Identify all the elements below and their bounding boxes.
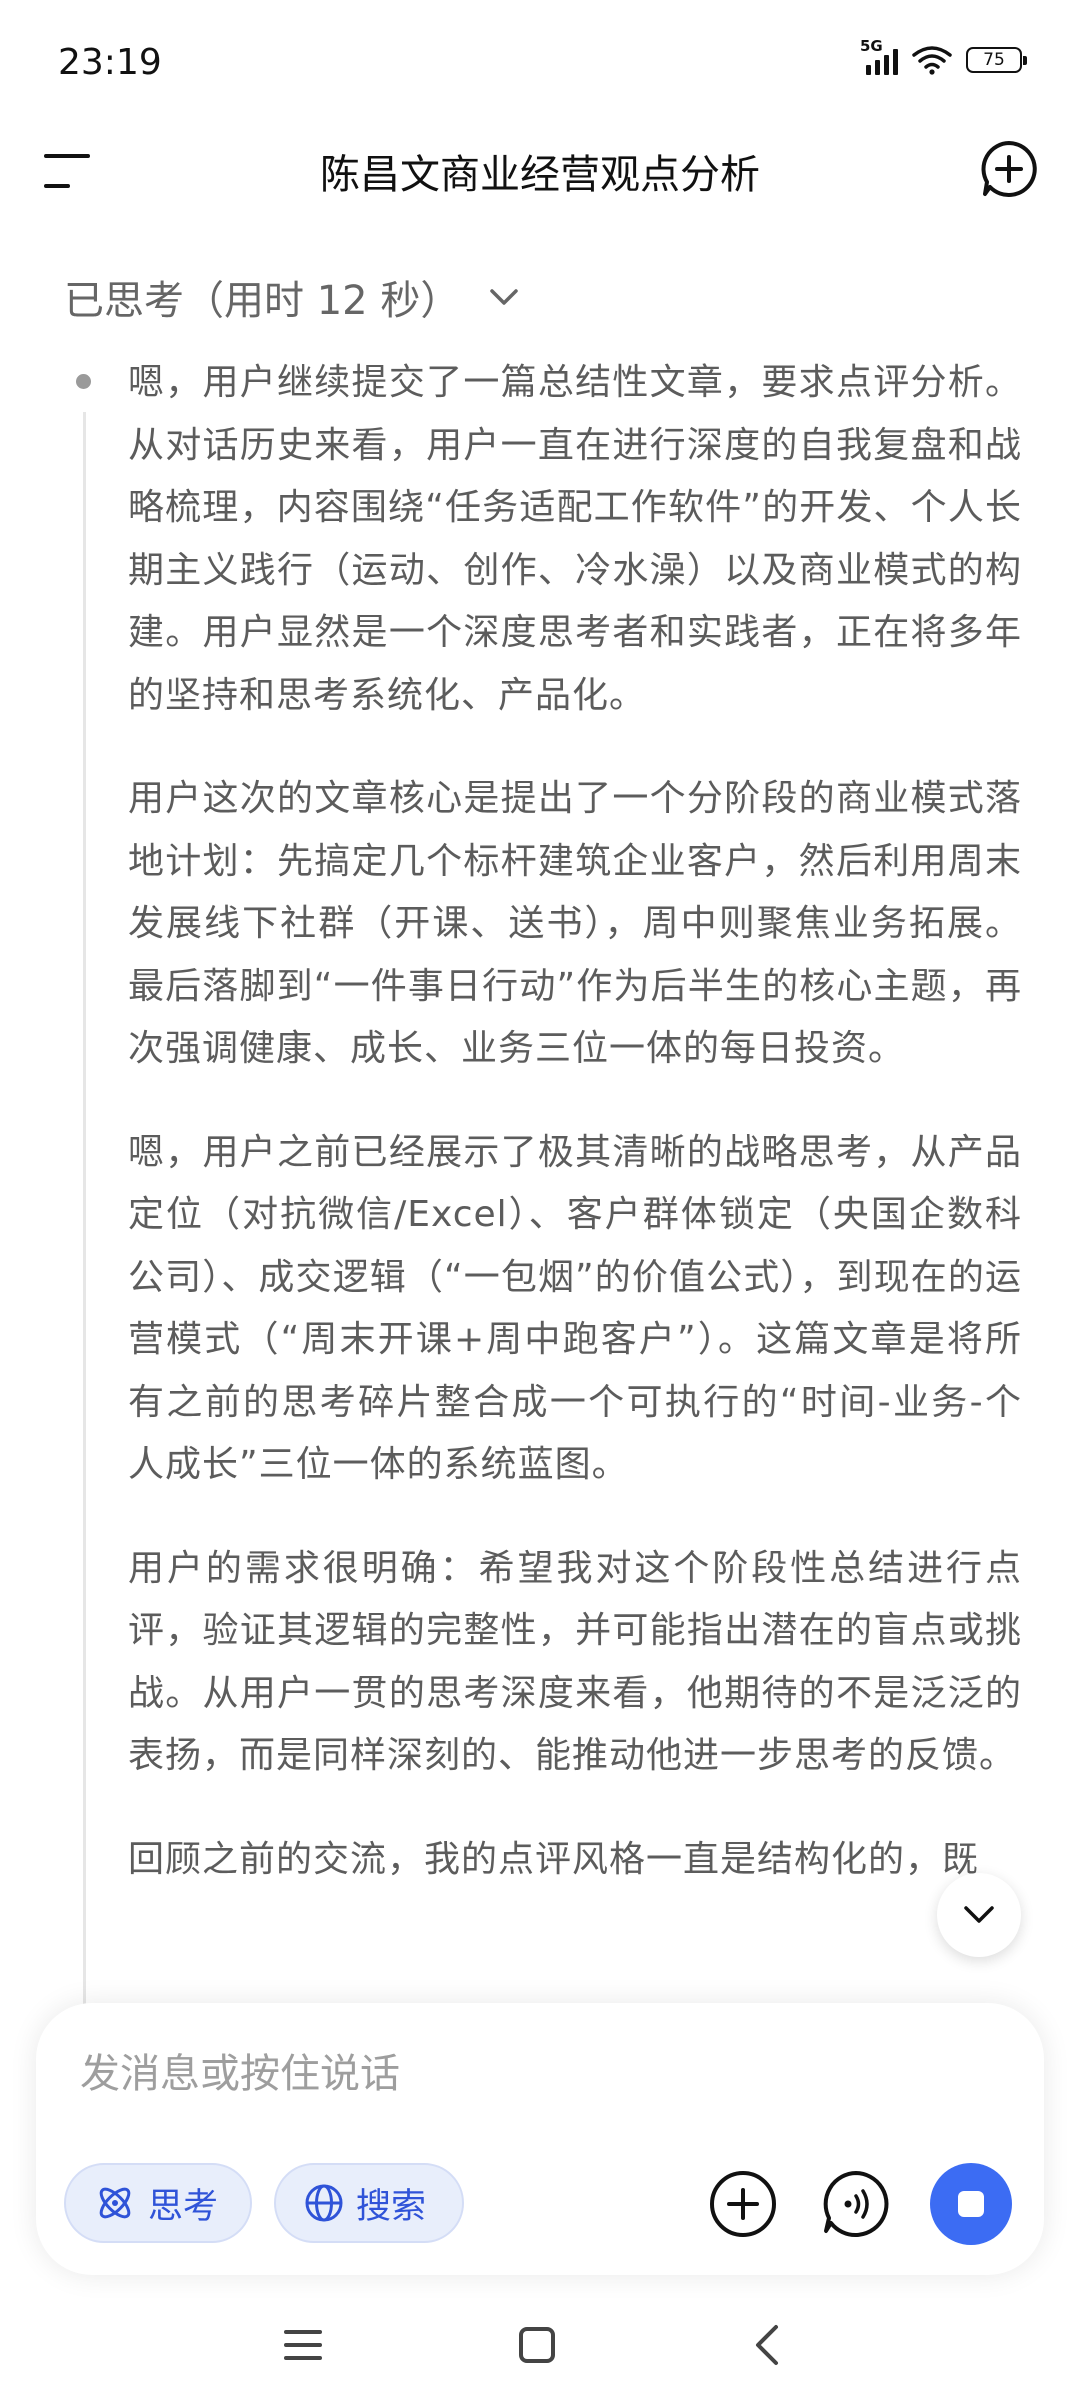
status-time: 23:19: [58, 42, 162, 83]
back-icon: [756, 2325, 778, 2365]
status-bar: 23:19 5G 75: [0, 0, 1080, 130]
thinking-paragraph: 嗯，用户之前已经展示了极其清晰的战略思考，从产品定位（对抗微信/Excel）、客…: [128, 1131, 1022, 1486]
add-attachment-button[interactable]: [704, 2165, 782, 2243]
chevron-down-icon: [490, 289, 519, 305]
scroll-to-bottom-button[interactable]: [937, 1873, 1021, 1957]
thinking-paragraph: 用户这次的文章核心是提出了一个分阶段的商业模式落地计划：先搞定几个标杆建筑企业客…: [128, 778, 1022, 1069]
battery-level: 75: [983, 50, 1005, 70]
battery-icon: 75: [966, 47, 1027, 73]
stop-generation-button[interactable]: [930, 2163, 1012, 2245]
thinking-label: 已思考（用时 12 秒）: [64, 278, 461, 324]
voice-call-button[interactable]: [817, 2165, 895, 2243]
system-nav-bar: [0, 2290, 1080, 2400]
status-icons: 5G 75: [860, 37, 1027, 76]
new-chat-icon: [981, 141, 1037, 197]
thinking-paragraph: 回顾之前的交流，我的点评风格一直是结构化的，既: [128, 1838, 980, 1880]
search-toggle-button[interactable]: 搜索: [274, 2163, 464, 2243]
chat-header: 陈昌文商业经营观点分析: [0, 120, 1080, 220]
thinking-bullet: [76, 374, 91, 389]
thinking-toggle[interactable]: 已思考（用时 12 秒）: [64, 268, 520, 326]
think-toggle-button[interactable]: 思考: [64, 2163, 252, 2243]
thinking-paragraph: 嗯，用户继续提交了一篇总结性文章，要求点评分析。从对话历史来看，用户一直在进行深…: [128, 362, 1022, 716]
thinking-divider: [83, 412, 86, 2012]
new-chat-button[interactable]: [978, 138, 1040, 200]
message-composer: 思考 搜索: [36, 2003, 1044, 2275]
home-icon: [519, 2327, 555, 2363]
add-icon: [710, 2171, 776, 2237]
stop-icon: [958, 2191, 984, 2217]
home-button[interactable]: [502, 2310, 572, 2380]
signal-icon: 5G: [860, 37, 898, 75]
network-type: 5G: [860, 37, 883, 55]
wifi-icon: [912, 46, 952, 75]
think-label: 思考: [148, 2186, 219, 2227]
thinking-content: 嗯，用户继续提交了一篇总结性文章，要求点评分析。从对话历史来看，用户一直在进行深…: [128, 352, 1022, 2002]
recent-apps-icon: [284, 2330, 322, 2360]
chevron-down-icon: [964, 1906, 994, 1923]
message-input[interactable]: [78, 2043, 982, 2105]
recent-apps-button[interactable]: [268, 2310, 338, 2380]
voice-icon: [823, 2171, 889, 2237]
search-label: 搜索: [356, 2186, 427, 2227]
thinking-paragraph: 用户的需求很明确：希望我对这个阶段性总结进行点评，验证其逻辑的完整性，并可能指出…: [128, 1547, 1022, 1777]
globe-icon: [305, 2184, 343, 2222]
atom-icon: [99, 2187, 131, 2219]
back-button[interactable]: [734, 2310, 804, 2380]
page-title: 陈昌文商业经营观点分析: [320, 152, 760, 198]
